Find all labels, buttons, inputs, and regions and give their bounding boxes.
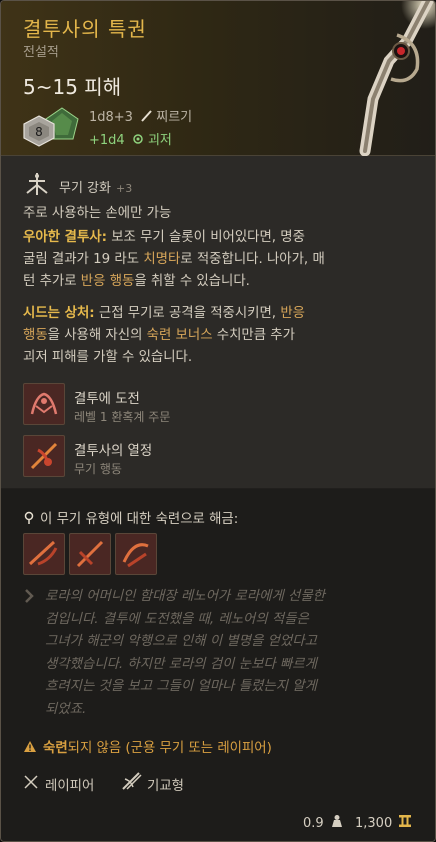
proficiency-unlock-icon — [24, 511, 34, 524]
warning-icon — [24, 741, 36, 752]
wound-text-2: 을 사용해 자신의 — [47, 328, 147, 343]
grace-title: 우아한 결투사: — [23, 230, 107, 245]
flavor-text: 로라의 어머니인 함대장 레노어가 로라에게 선물한 검입니다. 결투에 도전했… — [45, 586, 400, 721]
grace-text-3: 로 적중합니다. 나아가, 매 — [180, 252, 325, 267]
finesse-icon — [122, 772, 142, 790]
unlock-text: 이 무기 유형에 대한 숙련으로 해금: — [40, 512, 239, 527]
grace-text-2: 굴림 결과가 19 라도 — [23, 252, 144, 267]
action-title-passion: 결투사의 열정 — [74, 444, 153, 459]
flavor-line: 그녀가 해군의 악행으로 인해 이 별명을 얻었다고 — [45, 634, 317, 649]
damage-line-piercing: 1d8+3 찌르기 — [89, 106, 192, 125]
reaction-term-2[interactable]: 반응 — [280, 306, 305, 321]
item-tooltip: 결투사의 특권 전설적 5~15 피해 8 1d8+3 찌르기 +1d4 괴저 — [0, 0, 436, 842]
reaction-term-2b[interactable]: 행동 — [23, 328, 48, 343]
damage-type-extra: 괴저 — [147, 133, 172, 148]
gold-coin-icon — [399, 815, 411, 827]
action-title-duel: 결투에 도전 — [74, 392, 140, 407]
wound-text-3: 수치만큼 추가 — [212, 328, 295, 343]
enhancement-bonus: +3 — [115, 182, 133, 195]
flavor-line: 되었죠. — [45, 701, 87, 717]
grace-paragraph: 우아한 결투사: 보조 무기 슬롯이 비어있다면, 명중 굴림 결과가 19 라… — [23, 227, 408, 293]
weapon-image — [359, 1, 435, 157]
dice-label: 8 — [35, 125, 43, 139]
d8-dice-icon: 8 — [23, 115, 55, 147]
proficiency-bonus-term[interactable]: 숙련 보너스 — [147, 328, 213, 343]
unlock-action-icon-3[interactable] — [115, 533, 157, 575]
damage-type: 찌르기 — [156, 110, 193, 125]
damage-dice-extra: +1d4 — [89, 133, 125, 148]
item-damage: 5~15 피해 — [23, 75, 122, 99]
flavor-line: 검입니다. 결투에 도전했을 때, 레노어의 적들은 — [45, 611, 309, 627]
grace-text-1: 보조 무기 슬롯이 비어있다면, 명중 — [106, 230, 305, 245]
critical-hit-term[interactable]: 치명타 — [143, 252, 180, 267]
duel-glyph-icon — [30, 392, 58, 415]
wound-text-4: 괴저 피해를 가할 수 있습니다. — [23, 350, 193, 365]
slash-attack-icon — [28, 540, 58, 566]
item-rarity: 전설적 — [23, 45, 59, 60]
reaction-term[interactable]: 반응 행동 — [81, 274, 135, 289]
item-name: 결투사의 특권 — [23, 17, 147, 41]
item-price: 1,300 — [355, 816, 393, 831]
pierce-attack-icon — [76, 540, 104, 568]
damage-line-necrotic: +1d4 괴저 — [89, 129, 172, 148]
necrotic-icon — [133, 134, 143, 144]
proficiency-warning: 숙련되지 않음 (군용 무기 또는 레이피어) — [23, 736, 272, 756]
flavor-line: 생각했습니다. 하지만 로라의 검이 눈보다 빠르게 — [45, 656, 317, 672]
flavor-line: 로라의 어머니인 함대장 레노어가 로라에게 선물한 — [45, 589, 325, 604]
unlock-action-icon-1[interactable] — [23, 533, 65, 575]
duelist-passion-icon[interactable] — [23, 435, 65, 477]
grace-text-5: 을 취할 수 있습니다. — [134, 274, 250, 289]
weapon-enchant-icon — [26, 173, 48, 195]
grace-text-4: 턴 추가로 — [23, 274, 81, 289]
wound-title: 시드는 상처: — [23, 306, 95, 321]
piercing-icon — [141, 110, 152, 122]
unlock-action-icon-2[interactable] — [69, 533, 111, 575]
enhancement-label: 무기 강화 +3 — [59, 177, 132, 196]
damage-dice: 1d8+3 — [89, 110, 133, 125]
wound-text-1: 근접 무기로 공격을 적중시키면, — [94, 306, 281, 321]
wound-paragraph: 시드는 상처: 근접 무기로 공격을 적중시키면, 반응 행동을 사용해 자신의… — [23, 303, 408, 369]
action-subtitle-duel: 레벨 1 환혹계 주문 — [74, 410, 171, 424]
warning-text: 되지 않음 (군용 무기 또는 레이피어) — [67, 741, 272, 756]
flourish-attack-icon — [122, 543, 149, 568]
flavor-line: 흐려지는 것을 보고 그들이 얼마나 틀렸는지 알게 — [45, 679, 317, 694]
warning-bold: 숙련 — [43, 741, 68, 756]
duel-challenge-icon[interactable] — [23, 383, 65, 425]
passion-glyph-icon — [30, 442, 58, 470]
quote-mark-icon — [25, 589, 34, 603]
proficiency-finesse: 기교형 — [147, 779, 184, 794]
rapier-icon — [24, 775, 38, 789]
proficiency-rapier: 레이피어 — [45, 779, 95, 794]
action-subtitle-passion: 무기 행동 — [74, 462, 122, 476]
enhancement-name: 무기 강화 — [59, 181, 111, 196]
unlock-label: 이 무기 유형에 대한 숙련으로 해금: — [23, 507, 238, 527]
item-weight: 0.9 — [303, 816, 324, 831]
weight-icon — [332, 815, 342, 827]
tooltip-header: 결투사의 특권 전설적 5~15 피해 8 1d8+3 찌르기 +1d4 괴저 — [1, 1, 435, 157]
mainhand-note: 주로 사용하는 손에만 가능 — [23, 206, 172, 221]
